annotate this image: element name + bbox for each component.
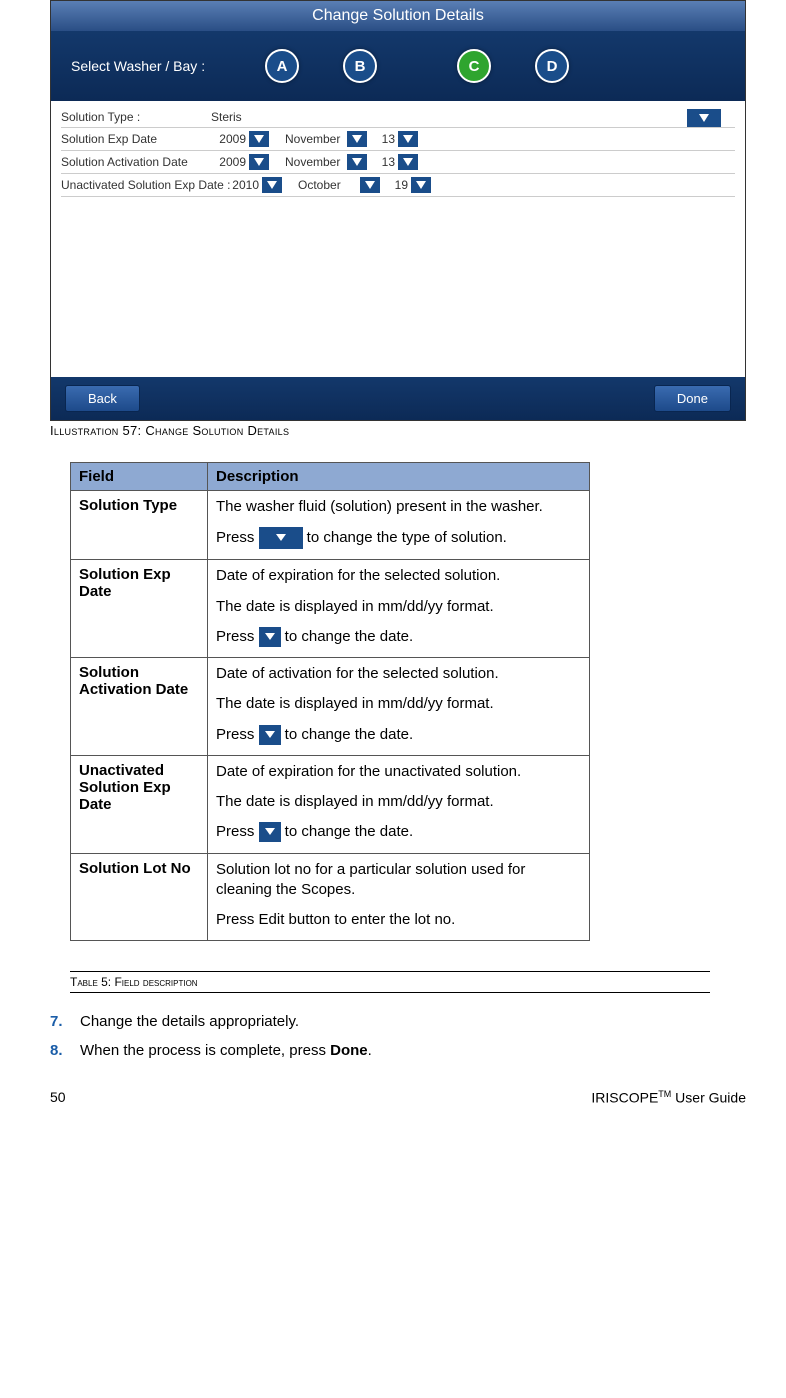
unact-year: 2010 <box>231 178 262 192</box>
table-row: Solution Activation Date Date of activat… <box>71 658 590 756</box>
label-act-date: Solution Activation Date <box>61 155 211 169</box>
dropdown-icon <box>259 725 281 745</box>
dropdown-act-month[interactable] <box>347 154 367 170</box>
table-row: Solution Lot No Solution lot no for a pa… <box>71 853 590 941</box>
bay-c-button[interactable]: C <box>457 49 491 83</box>
dropdown-unact-month[interactable] <box>360 177 380 193</box>
field-name: Solution Type <box>71 491 208 560</box>
field-desc: Date of expiration for the unactivated s… <box>208 755 590 853</box>
label-solution-type: Solution Type : <box>61 110 211 124</box>
dropdown-icon <box>259 627 281 647</box>
dropdown-solution-type[interactable] <box>687 109 721 127</box>
field-desc: The washer fluid (solution) present in t… <box>208 491 590 560</box>
row-exp-date: Solution Exp Date 2009 November 13 <box>61 128 735 151</box>
field-description-table: Field Description Solution Type The wash… <box>70 462 590 941</box>
exp-month: November <box>279 132 347 146</box>
unact-month: October <box>292 178 360 192</box>
field-name: Solution Exp Date <box>71 560 208 658</box>
page-footer: 50 IRISCOPETM User Guide <box>50 1089 746 1114</box>
app-screenshot: Change Solution Details Select Washer / … <box>50 0 746 421</box>
illustration-caption: Illustration 57: Change Solution Details <box>50 423 746 438</box>
exp-day: 13 <box>377 132 398 146</box>
field-name: Solution Lot No <box>71 853 208 941</box>
exp-year: 2009 <box>211 132 249 146</box>
step-number: 8. <box>50 1042 80 1059</box>
page-number: 50 <box>50 1089 66 1106</box>
form-spacer <box>61 197 735 367</box>
step-text: Change the details appropriately. <box>80 1013 299 1030</box>
steps-list: 7. Change the details appropriately. 8. … <box>50 1013 746 1059</box>
row-unact-date: Unactivated Solution Exp Date : 2010 Oct… <box>61 174 735 197</box>
washer-select-bar: Select Washer / Bay : A B C D <box>51 31 745 101</box>
back-button[interactable]: Back <box>65 385 140 412</box>
step-8: 8. When the process is complete, press D… <box>50 1042 746 1059</box>
th-description: Description <box>208 463 590 491</box>
dropdown-icon <box>259 527 303 549</box>
table-row: Unactivated Solution Exp Date Date of ex… <box>71 755 590 853</box>
guide-title: IRISCOPETM User Guide <box>591 1089 746 1106</box>
step-7: 7. Change the details appropriately. <box>50 1013 746 1030</box>
table-row: Solution Exp Date Date of expiration for… <box>71 560 590 658</box>
dropdown-act-year[interactable] <box>249 154 269 170</box>
dropdown-icon <box>259 822 281 842</box>
app-title: Change Solution Details <box>51 1 745 31</box>
dropdown-unact-day[interactable] <box>411 177 431 193</box>
field-name: Solution Activation Date <box>71 658 208 756</box>
row-act-date: Solution Activation Date 2009 November 1… <box>61 151 735 174</box>
dropdown-act-day[interactable] <box>398 154 418 170</box>
act-day: 13 <box>377 155 398 169</box>
unact-day: 19 <box>390 178 411 192</box>
bay-d-button[interactable]: D <box>535 49 569 83</box>
form-area: Solution Type : Steris Solution Exp Date… <box>51 101 745 377</box>
step-text: When the process is complete, press Done… <box>80 1042 372 1059</box>
bay-b-button[interactable]: B <box>343 49 377 83</box>
table-row: Solution Type The washer fluid (solution… <box>71 491 590 560</box>
label-unact-date: Unactivated Solution Exp Date : <box>61 178 231 192</box>
app-footer: Back Done <box>51 377 745 420</box>
field-desc: Date of activation for the selected solu… <box>208 658 590 756</box>
done-button[interactable]: Done <box>654 385 731 412</box>
table-caption: Table 5: Field description <box>70 971 710 993</box>
field-desc: Date of expiration for the selected solu… <box>208 560 590 658</box>
field-desc: Solution lot no for a particular solutio… <box>208 853 590 941</box>
dropdown-exp-day[interactable] <box>398 131 418 147</box>
field-name: Unactivated Solution Exp Date <box>71 755 208 853</box>
row-solution-type: Solution Type : Steris <box>61 107 735 128</box>
step-number: 7. <box>50 1013 80 1030</box>
bay-a-button[interactable]: A <box>265 49 299 83</box>
dropdown-exp-year[interactable] <box>249 131 269 147</box>
dropdown-exp-month[interactable] <box>347 131 367 147</box>
value-solution-type: Steris <box>211 110 242 124</box>
act-month: November <box>279 155 347 169</box>
label-exp-date: Solution Exp Date <box>61 132 211 146</box>
dropdown-unact-year[interactable] <box>262 177 282 193</box>
select-washer-label: Select Washer / Bay : <box>71 58 205 74</box>
th-field: Field <box>71 463 208 491</box>
act-year: 2009 <box>211 155 249 169</box>
